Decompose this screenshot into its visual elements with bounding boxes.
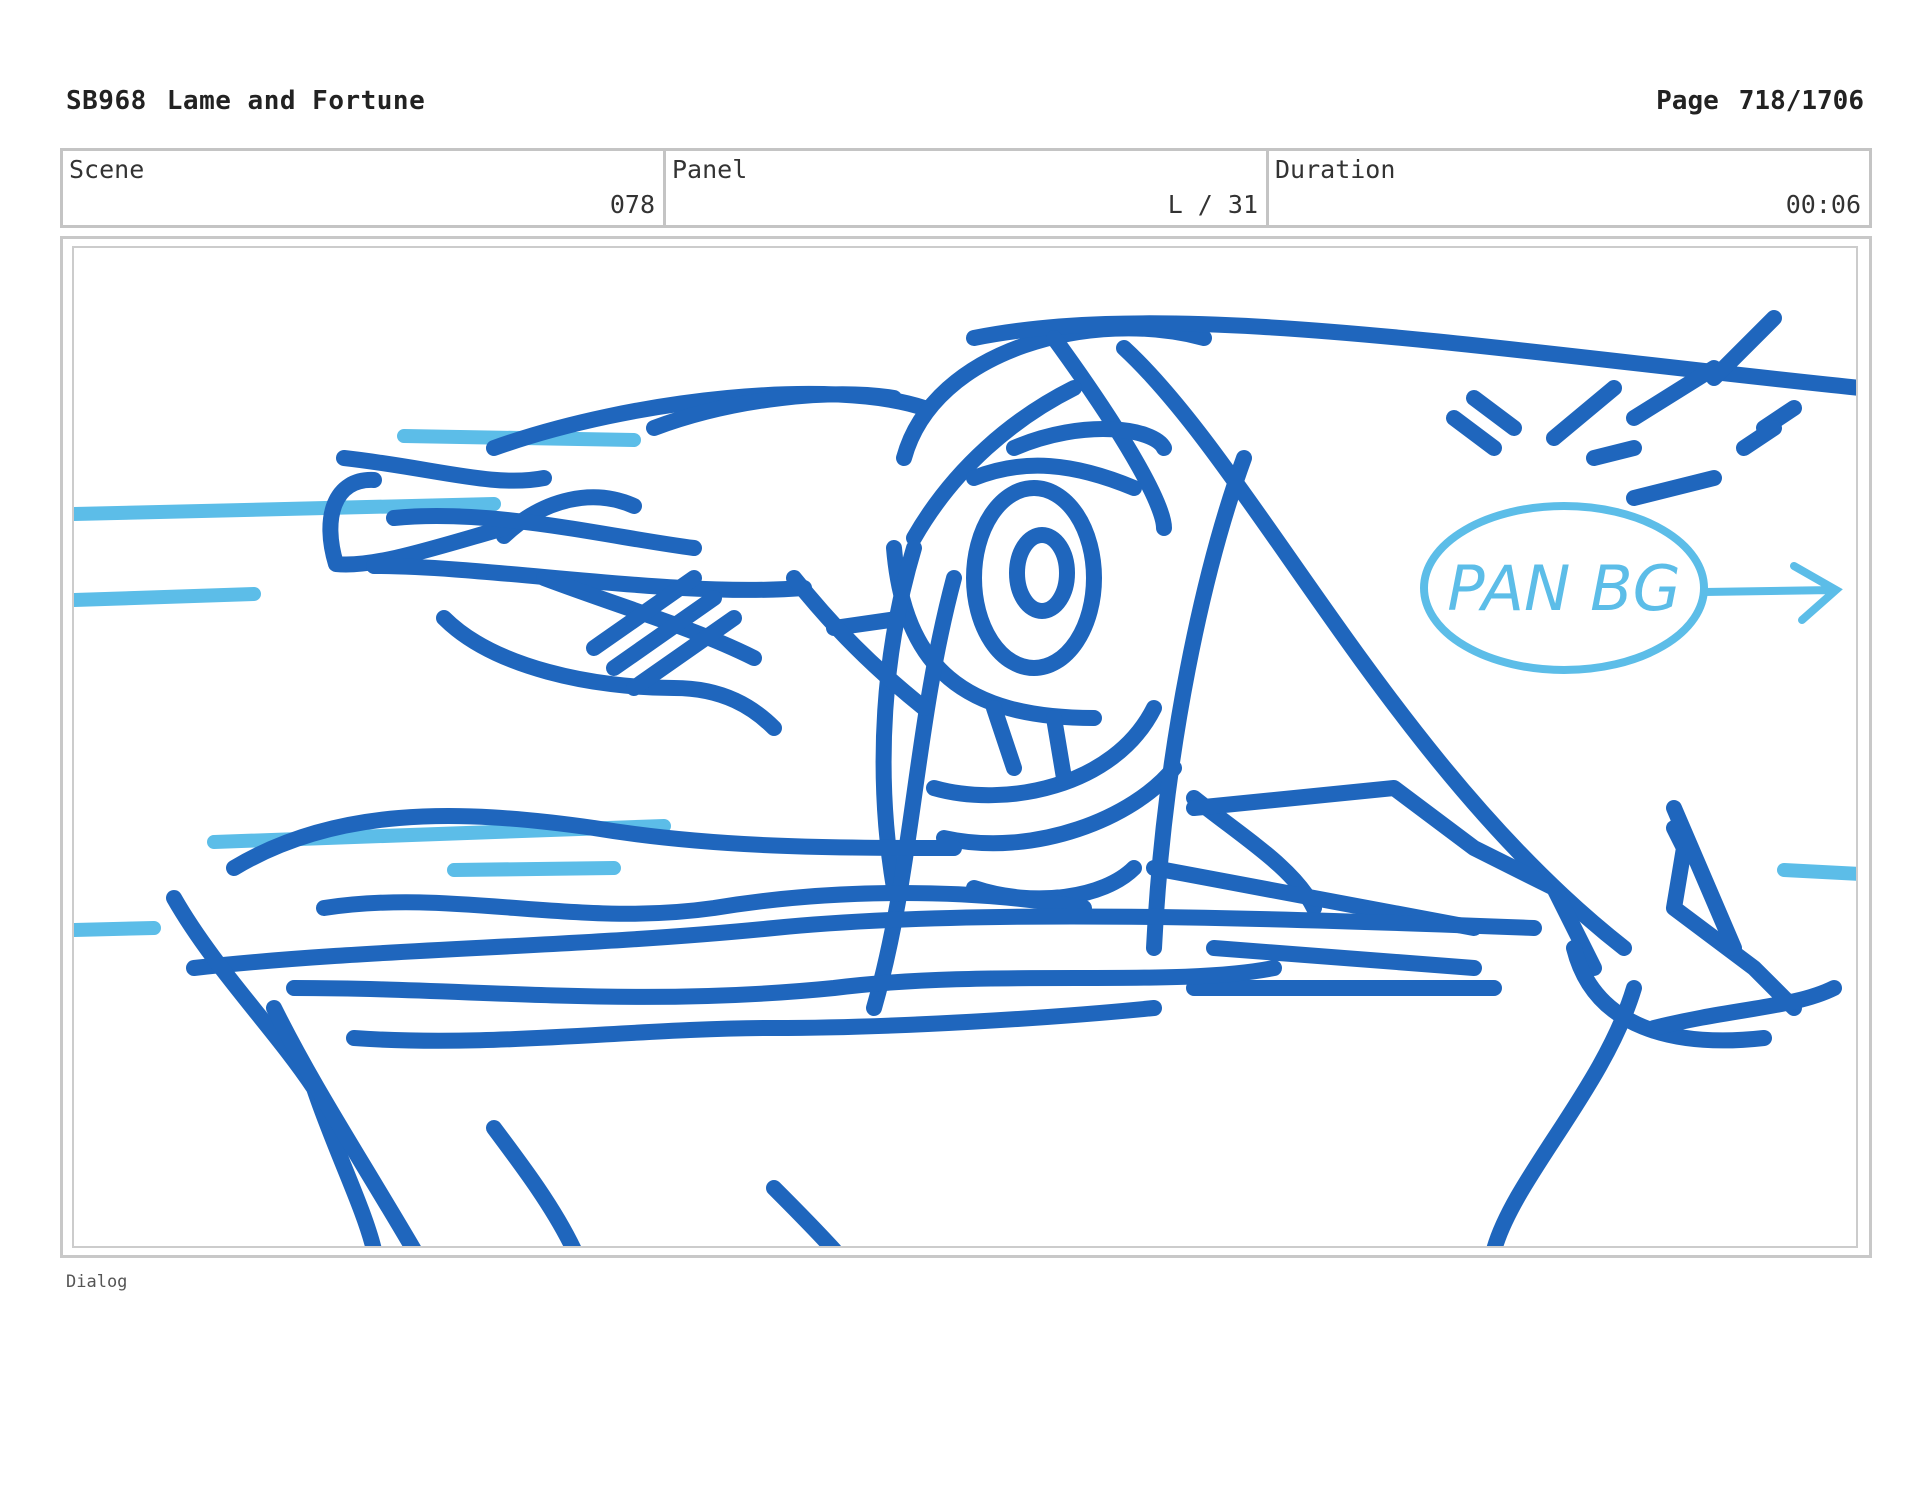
- sketch-stroke: [1006, 421, 1172, 456]
- scene-label: Scene: [69, 155, 145, 184]
- sketch-stroke: [1186, 780, 1602, 976]
- speed-line: [1777, 863, 1856, 881]
- sketch-stroke: [286, 960, 1282, 1005]
- speed-line: [447, 861, 621, 877]
- storyboard-frame: PAN BG: [72, 246, 1858, 1248]
- storyboard-sketch: PAN BG: [74, 310, 1856, 1246]
- sketch-stroke: [1646, 980, 1842, 1036]
- pan-note-arrow: [1700, 562, 1843, 624]
- sketch-stroke: [586, 570, 742, 696]
- dialog-label: Dialog: [66, 1272, 128, 1292]
- sketch-stroke: [346, 1000, 1162, 1049]
- panel-cell: Panel L / 31: [666, 151, 1269, 225]
- board-id: SB968: [66, 86, 147, 116]
- duration-label: Duration: [1275, 155, 1396, 184]
- sketch-stroke: [766, 1180, 841, 1246]
- speed-line: [74, 921, 161, 937]
- sketch-stroke: [1586, 400, 1802, 506]
- sketch-stroke: [1486, 980, 1642, 1246]
- pan-note-text: PAN BG: [1447, 552, 1680, 625]
- sketch-pupil: [1009, 527, 1075, 619]
- page-header-pagination: Page 718/1706: [1636, 86, 1864, 116]
- scene-cell: Scene 078: [63, 151, 666, 225]
- scene-value: 078: [609, 190, 655, 219]
- duration-value: 00:06: [1785, 190, 1861, 219]
- episode-title: Lame and Fortune: [166, 86, 426, 116]
- duration-cell: Duration 00:06: [1269, 151, 1869, 225]
- sketch-stroke: [486, 1120, 581, 1246]
- page-header-title: SB968 Lame and Fortune: [66, 86, 445, 116]
- sketch-eye: [966, 480, 1102, 676]
- character-sketch: [166, 310, 1856, 1246]
- sketch-stroke: [1446, 390, 1522, 456]
- page-number: 718/1706: [1738, 86, 1864, 116]
- panel-label: Panel: [672, 155, 748, 184]
- panel-info-table: Scene 078 Panel L / 31 Duration 00:06: [60, 148, 1872, 228]
- panel-value: L / 31: [1167, 190, 1258, 219]
- sketch-stroke: [1736, 420, 1782, 456]
- page-label: Page: [1656, 86, 1719, 116]
- speed-line: [74, 587, 261, 607]
